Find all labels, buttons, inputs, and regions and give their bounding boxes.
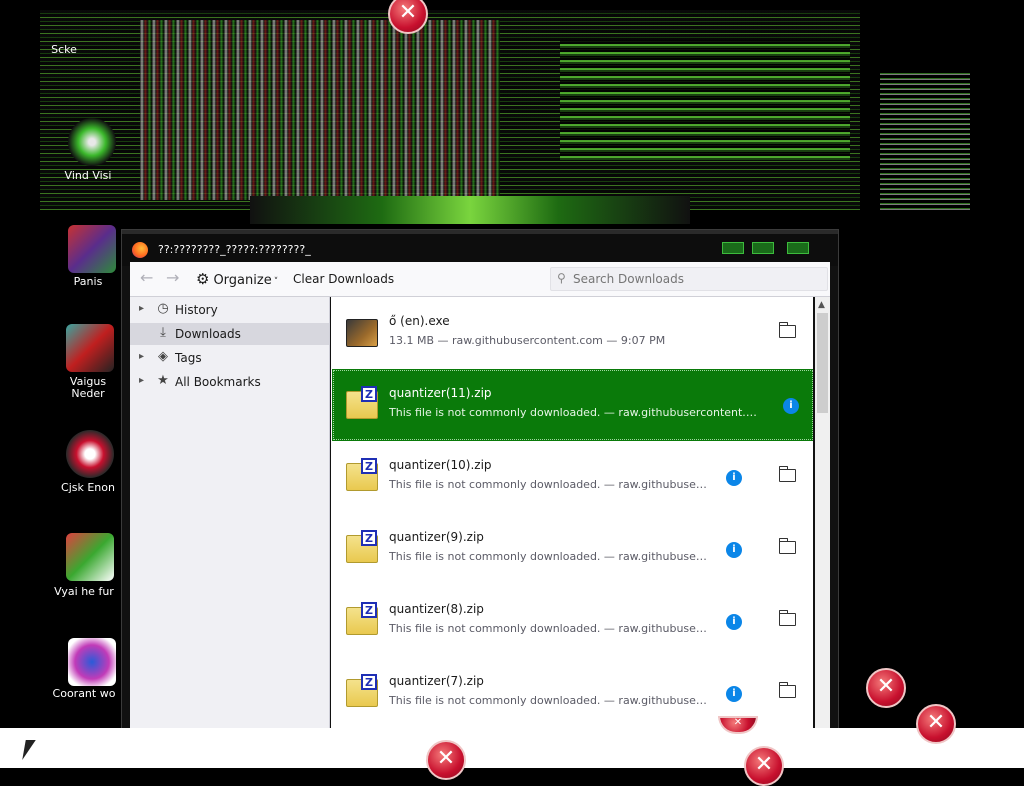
sidebar-item-label: All Bookmarks (175, 375, 261, 389)
download-status: This file is not commonly downloaded. — … (389, 694, 707, 707)
info-icon[interactable]: i (726, 542, 742, 558)
error-x-icon: ✕ (744, 746, 784, 786)
error-x-icon: ✕ (426, 740, 466, 780)
expand-chevron-icon[interactable]: ▸ (139, 303, 144, 314)
zip-file-icon: Z (346, 602, 378, 635)
info-icon[interactable]: i (726, 614, 742, 630)
desktop-app-icon[interactable] (68, 638, 116, 686)
desktop-icon-label: Cjsk Enon (61, 481, 115, 494)
error-x-icon: ✕ (866, 668, 906, 708)
glitch-band (880, 70, 970, 210)
desktop-app-icon[interactable] (66, 324, 114, 372)
desktop-icon-label: Vaigus Neder (69, 375, 107, 400)
desktop-app-icon[interactable] (66, 533, 114, 581)
download-filename: ő (en).exe (389, 314, 450, 328)
info-icon[interactable]: i (726, 470, 742, 486)
download-status: This file is not commonly downloaded. — … (389, 406, 761, 419)
firefox-logo-icon (132, 242, 148, 258)
maximize-button[interactable] (752, 242, 774, 254)
desktop-icon-label: Vind Visi (64, 169, 112, 182)
desktop-icon-label: Scke (51, 43, 77, 56)
download-filename: quantizer(10).zip (389, 458, 492, 472)
chevron-down-icon: ˅ (273, 277, 279, 287)
show-in-folder-icon[interactable] (778, 538, 796, 554)
gear-icon: ⚙ (196, 270, 210, 288)
glitch-band (250, 196, 690, 224)
zip-file-icon: Z (346, 458, 378, 491)
title-bar[interactable]: ??:????????_?????:????????_ (122, 230, 838, 266)
sidebar-item-downloads[interactable]: ⤓ Downloads (130, 323, 329, 345)
download-item[interactable]: Z quantizer(11).zip This file is not com… (332, 369, 813, 441)
download-filename: quantizer(11).zip (389, 386, 492, 400)
zip-badge-icon: Z (361, 602, 377, 618)
sidebar-item-label: Tags (175, 351, 202, 365)
taskbar-area (0, 728, 1024, 768)
download-filename: quantizer(7).zip (389, 674, 484, 688)
zip-file-icon: Z (346, 386, 378, 419)
search-box[interactable]: ⚲ (550, 267, 828, 291)
expand-chevron-icon[interactable]: ▸ (139, 351, 144, 362)
organize-button[interactable]: ⚙ Organize ˅ (196, 270, 278, 288)
organize-label: Organize (213, 273, 272, 288)
zip-badge-icon: Z (361, 458, 377, 474)
zip-file-icon: Z (346, 674, 378, 707)
download-status: This file is not commonly downloaded. — … (389, 622, 707, 635)
download-icon: ⤓ (160, 325, 166, 340)
download-item[interactable]: Z quantizer(9).zip This file is not comm… (332, 513, 813, 585)
desktop-app-icon[interactable] (66, 430, 114, 478)
zip-badge-icon: Z (361, 530, 377, 546)
sidebar-item-all-bookmarks[interactable]: ▸ ★ All Bookmarks (130, 371, 329, 393)
sidebar-item-label: History (175, 303, 218, 317)
search-icon: ⚲ (557, 271, 566, 285)
download-item[interactable]: Z quantizer(8).zip This file is not comm… (332, 585, 813, 657)
error-x-icon: ✕ (916, 704, 956, 744)
scrollbar-thumb[interactable] (817, 313, 828, 413)
download-status: This file is not commonly downloaded. — … (389, 550, 707, 563)
desktop-icon-label: Coorant wo (52, 687, 116, 700)
toolbar: ← → ⚙ Organize ˅ Clear Downloads ⚲ (130, 262, 830, 297)
info-icon[interactable]: i (726, 686, 742, 702)
minimize-button[interactable] (722, 242, 744, 254)
clock-icon: ◷ (157, 301, 169, 316)
library-window: ??:????????_?????:????????_ ← → ⚙ Organiz… (121, 229, 839, 731)
sidebar-item-history[interactable]: ▸ ◷ History (130, 299, 329, 321)
download-item[interactable]: Z quantizer(10).zip This file is not com… (332, 441, 813, 513)
sidebar-item-tags[interactable]: ▸ ◈ Tags (130, 347, 329, 369)
desktop-app-icon[interactable] (68, 225, 116, 273)
desktop-icon-label: Panis (73, 275, 103, 288)
info-icon[interactable]: i (783, 398, 799, 414)
search-input[interactable] (571, 270, 823, 288)
sidebar-item-label: Downloads (175, 327, 241, 341)
glitch-band (140, 20, 500, 200)
zip-file-icon: Z (346, 530, 378, 563)
forward-button[interactable]: → (166, 270, 179, 286)
show-in-folder-icon[interactable] (778, 322, 796, 338)
desktop-icon-label: Vyai he fur (54, 585, 114, 598)
show-in-folder-icon[interactable] (778, 682, 796, 698)
tag-icon: ◈ (158, 349, 168, 364)
show-in-folder-icon[interactable] (778, 610, 796, 626)
window-title: ??:????????_?????:????????_ (158, 243, 311, 256)
vertical-scrollbar[interactable]: ▲ (815, 297, 830, 729)
download-filename: quantizer(9).zip (389, 530, 484, 544)
zip-badge-icon: Z (361, 386, 377, 402)
desktop-app-icon[interactable] (68, 118, 116, 166)
back-button[interactable]: ← (140, 270, 153, 286)
download-status: 13.1 MB — raw.githubusercontent.com — 9:… (389, 334, 666, 347)
show-in-folder-icon[interactable] (778, 466, 796, 482)
clear-downloads-button[interactable]: Clear Downloads (293, 272, 394, 286)
download-status: This file is not commonly downloaded. — … (389, 478, 707, 491)
zip-badge-icon: Z (361, 674, 377, 690)
downloads-list[interactable]: ő (en).exe 13.1 MB — raw.githubuserconte… (331, 297, 813, 729)
download-item[interactable]: ő (en).exe 13.1 MB — raw.githubuserconte… (332, 297, 813, 369)
close-button[interactable] (787, 242, 809, 254)
exe-file-icon (346, 319, 378, 347)
sidebar: ▸ ◷ History ⤓ Downloads ▸ ◈ Tags ▸ ★ All… (130, 297, 330, 729)
scroll-up-arrow-icon[interactable]: ▲ (818, 300, 825, 310)
download-filename: quantizer(8).zip (389, 602, 484, 616)
glitch-band (560, 40, 850, 160)
expand-chevron-icon[interactable]: ▸ (139, 375, 144, 386)
star-icon: ★ (157, 373, 169, 388)
